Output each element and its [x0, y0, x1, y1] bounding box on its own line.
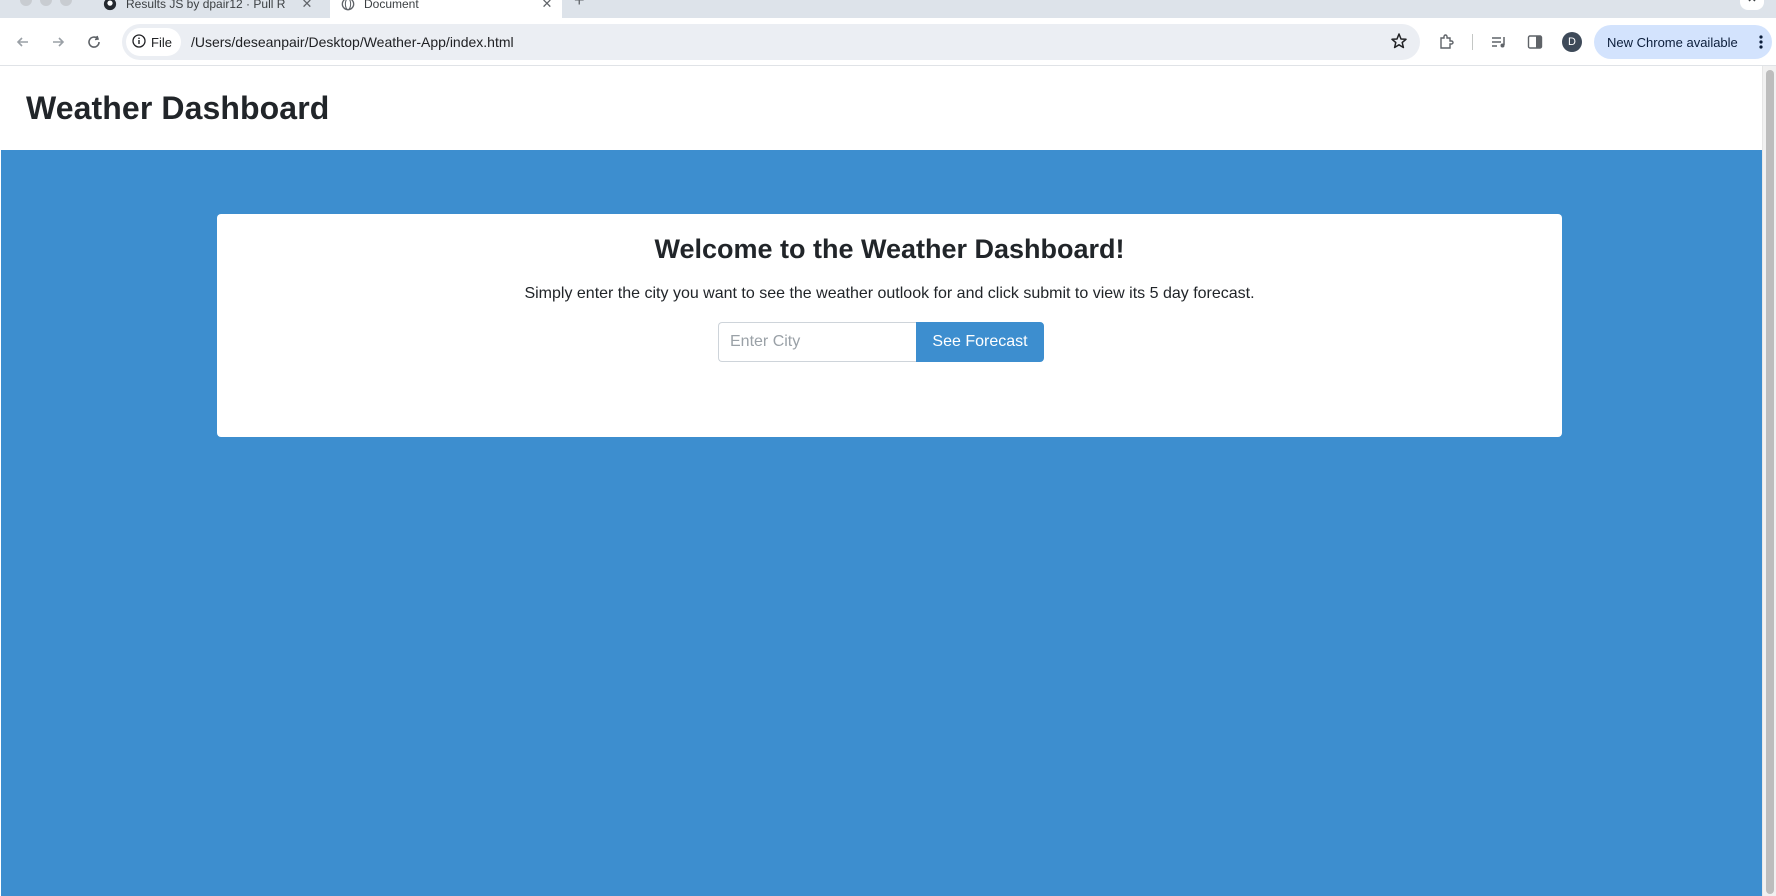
back-arrow-icon[interactable] — [11, 30, 35, 54]
close-window-button[interactable] — [20, 0, 32, 6]
browser-toolbar: File /Users/deseanpair/Desktop/Weather-A… — [0, 18, 1776, 66]
toolbar-divider — [1472, 34, 1473, 50]
minimize-window-button[interactable] — [40, 0, 52, 6]
close-tab-icon[interactable]: ✕ — [538, 0, 556, 12]
media-controls-icon[interactable] — [1488, 31, 1510, 53]
page-viewport: Weather Dashboard Welcome to the Weather… — [0, 66, 1776, 896]
url-text[interactable]: /Users/deseanpair/Desktop/Weather-App/in… — [191, 34, 514, 50]
info-icon — [132, 33, 146, 51]
forward-arrow-icon[interactable] — [46, 30, 70, 54]
site-header: Weather Dashboard — [0, 66, 1762, 150]
tab-github-pull-request[interactable]: Results JS by dpair12 · Pull R ✕ — [92, 0, 322, 18]
address-bar[interactable]: File /Users/deseanpair/Desktop/Weather-A… — [122, 24, 1420, 60]
tab-strip: Results JS by dpair12 · Pull R ✕ Documen… — [0, 0, 1776, 18]
see-forecast-button[interactable]: See Forecast — [916, 322, 1044, 362]
tab-search-icon[interactable] — [1740, 0, 1764, 10]
side-panel-icon[interactable] — [1524, 31, 1546, 53]
update-label: New Chrome available — [1607, 34, 1738, 50]
page-scrollbar[interactable] — [1762, 66, 1776, 896]
reload-icon[interactable] — [82, 30, 106, 54]
scheme-label: File — [151, 34, 172, 50]
tab-document[interactable]: Document ✕ — [330, 0, 562, 18]
page-title: Weather Dashboard — [26, 90, 330, 126]
tab-title: Document — [364, 0, 419, 11]
welcome-heading: Welcome to the Weather Dashboard! — [654, 234, 1125, 264]
globe-icon — [340, 0, 356, 12]
main-section: Welcome to the Weather Dashboard! Simply… — [1, 150, 1763, 896]
welcome-card: Welcome to the Weather Dashboard! Simply… — [217, 214, 1562, 437]
scrollbar-thumb[interactable] — [1766, 70, 1774, 894]
github-icon — [102, 0, 118, 12]
zoom-window-button[interactable] — [60, 0, 72, 6]
city-input[interactable] — [718, 322, 916, 362]
new-tab-button[interactable]: + — [574, 0, 585, 11]
tab-title: Results JS by dpair12 · Pull R — [126, 0, 286, 11]
chrome-update-button[interactable]: New Chrome available — [1594, 25, 1772, 59]
close-tab-icon[interactable]: ✕ — [298, 0, 316, 12]
site-info-chip[interactable]: File — [126, 28, 181, 56]
instructions-text: Simply enter the city you want to see th… — [524, 285, 1255, 302]
more-menu-icon[interactable] — [1759, 34, 1763, 53]
extensions-puzzle-icon[interactable] — [1435, 31, 1457, 53]
city-search-form: See Forecast — [718, 322, 1044, 362]
profile-avatar[interactable]: D — [1562, 32, 1582, 52]
bookmark-star-icon[interactable] — [1390, 32, 1408, 55]
